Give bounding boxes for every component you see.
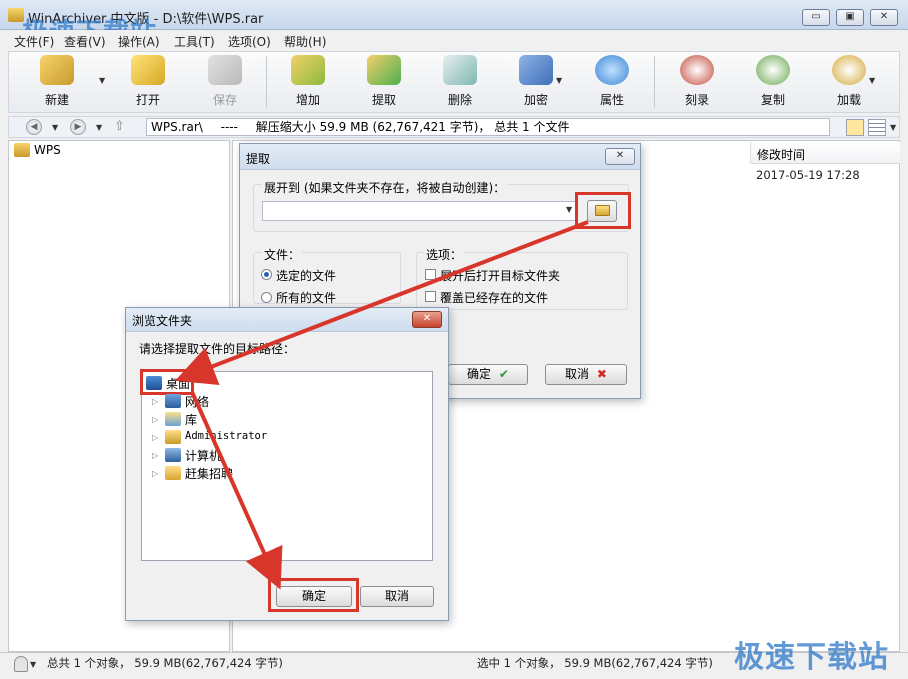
arrow-to-ok [190, 391, 283, 590]
status-total: 总共 1 个对象， 59.9 MB(62,767,424 字节) [47, 656, 283, 670]
lock-status-icon[interactable] [14, 656, 28, 672]
status-selected: 选中 1 个对象， 59.9 MB(62,767,424 字节) [477, 656, 713, 670]
arrow-to-desktop [175, 220, 589, 386]
status-dropdown-arrow[interactable]: ▼ [30, 660, 36, 669]
annotation-arrows [175, 220, 589, 590]
watermark-bottom: 极速下载站 [734, 640, 889, 675]
